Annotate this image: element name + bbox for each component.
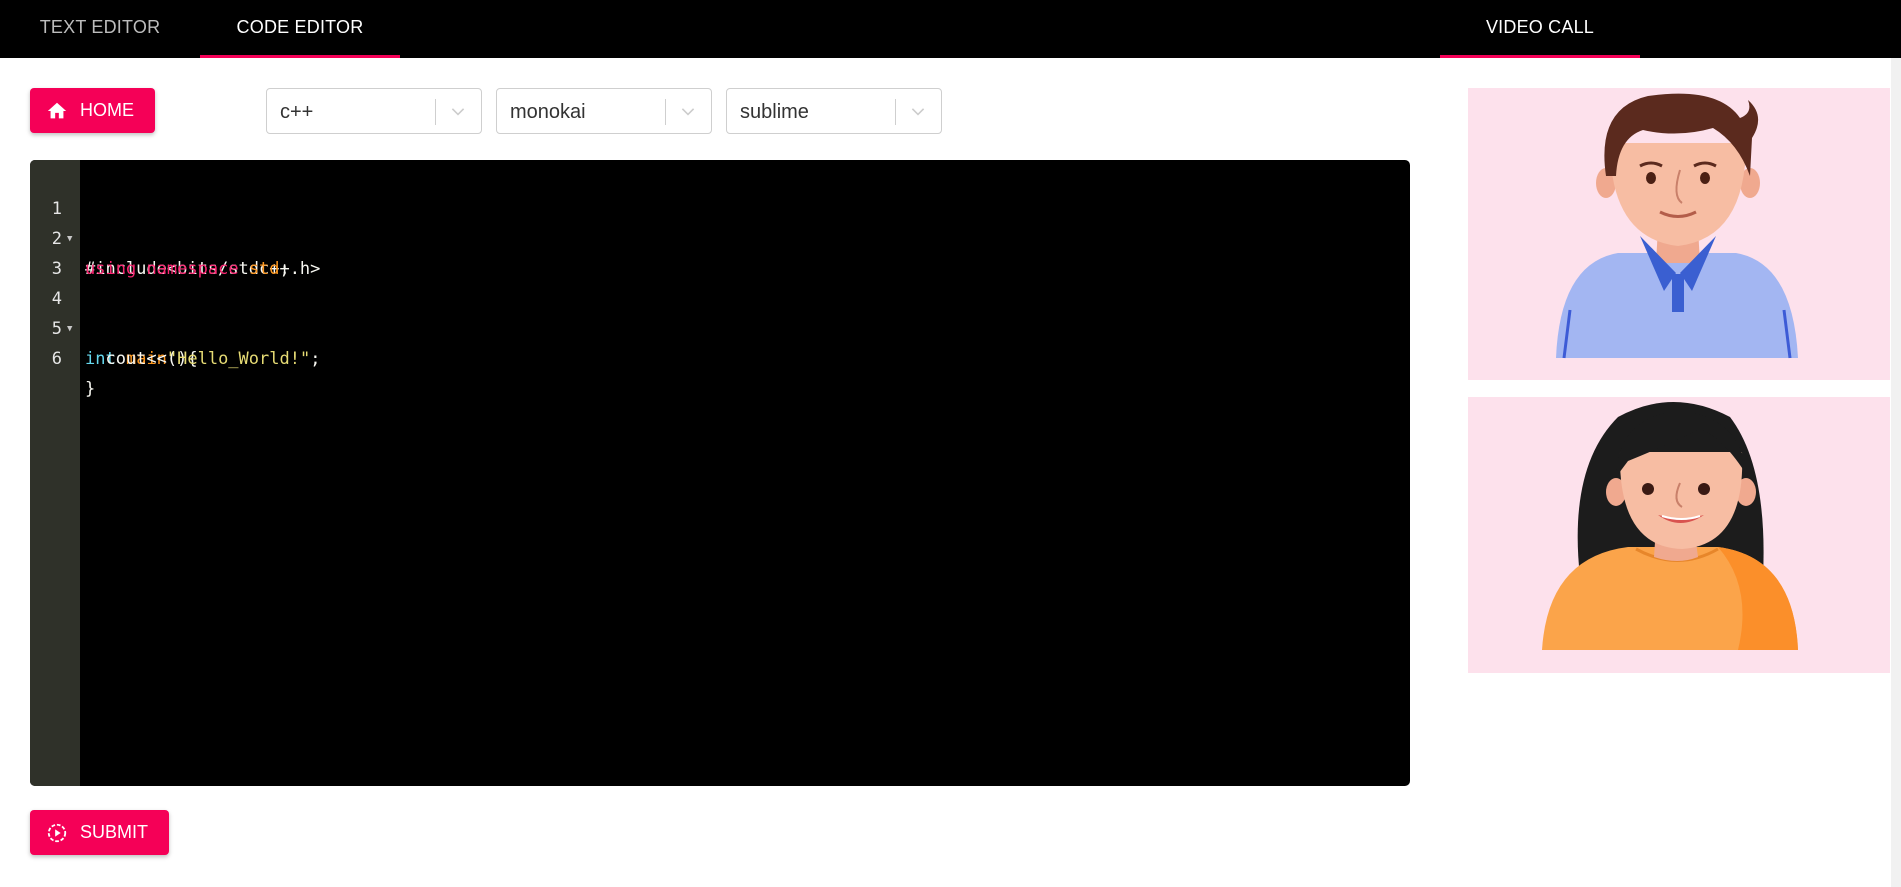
language-select[interactable]: c++	[266, 88, 482, 134]
code-line[interactable]: 1 ▼ #include<bits/stdc++.h>	[30, 164, 1410, 279]
code-token-identifier: cout<<	[85, 349, 167, 369]
select-separator	[895, 99, 896, 125]
chevron-down-icon	[911, 108, 925, 116]
select-separator	[665, 99, 666, 125]
tab-video-call[interactable]: VIDEO CALL	[1440, 0, 1640, 58]
female-avatar-icon	[1542, 402, 1798, 650]
submit-button[interactable]: SUBMIT	[30, 810, 169, 855]
code-editor[interactable]: 1 ▼ #include<bits/stdc++.h> 2 using name…	[30, 160, 1410, 786]
code-line[interactable]: 5 cout<<"Hello_World!";	[30, 284, 1410, 369]
home-button-label: HOME	[80, 100, 134, 120]
keybinding-select[interactable]: sublime	[726, 88, 942, 134]
page-scrollbar[interactable]	[1891, 58, 1901, 887]
top-nav-bar: TEXT EDITOR CODE EDITOR VIDEO CALL	[0, 0, 1901, 58]
keybinding-select-value: sublime	[740, 101, 809, 123]
code-line[interactable]: 2 using namespace std;	[30, 194, 1410, 279]
video-tile-participant-1[interactable]	[1468, 88, 1890, 380]
home-button[interactable]: HOME	[30, 88, 155, 133]
code-text: cout<<"Hello_World!";	[85, 344, 320, 374]
code-line[interactable]: 4 ▼ int main(){	[30, 254, 1410, 369]
chevron-down-icon	[451, 108, 465, 116]
theme-select-value: monokai	[510, 101, 586, 123]
tab-text-editor[interactable]: TEXT EDITOR	[0, 0, 200, 58]
code-line[interactable]: 3	[30, 224, 1410, 279]
video-tile-participant-2[interactable]	[1468, 397, 1890, 673]
chevron-down-icon	[681, 108, 695, 116]
line-number: 6	[51, 349, 62, 369]
code-token-string: "Hello_World!"	[166, 349, 311, 369]
play-circle-icon	[46, 822, 68, 844]
code-line[interactable]: 6 }	[30, 314, 1410, 399]
code-text: }	[85, 379, 96, 399]
male-avatar-icon	[1556, 93, 1798, 359]
code-token-punct: ;	[310, 349, 321, 369]
select-separator	[435, 99, 436, 125]
theme-select[interactable]: monokai	[496, 88, 712, 134]
submit-button-label: SUBMIT	[80, 822, 149, 842]
home-icon	[46, 100, 68, 122]
tab-code-editor[interactable]: CODE EDITOR	[200, 0, 400, 58]
language-select-value: c++	[280, 101, 314, 123]
